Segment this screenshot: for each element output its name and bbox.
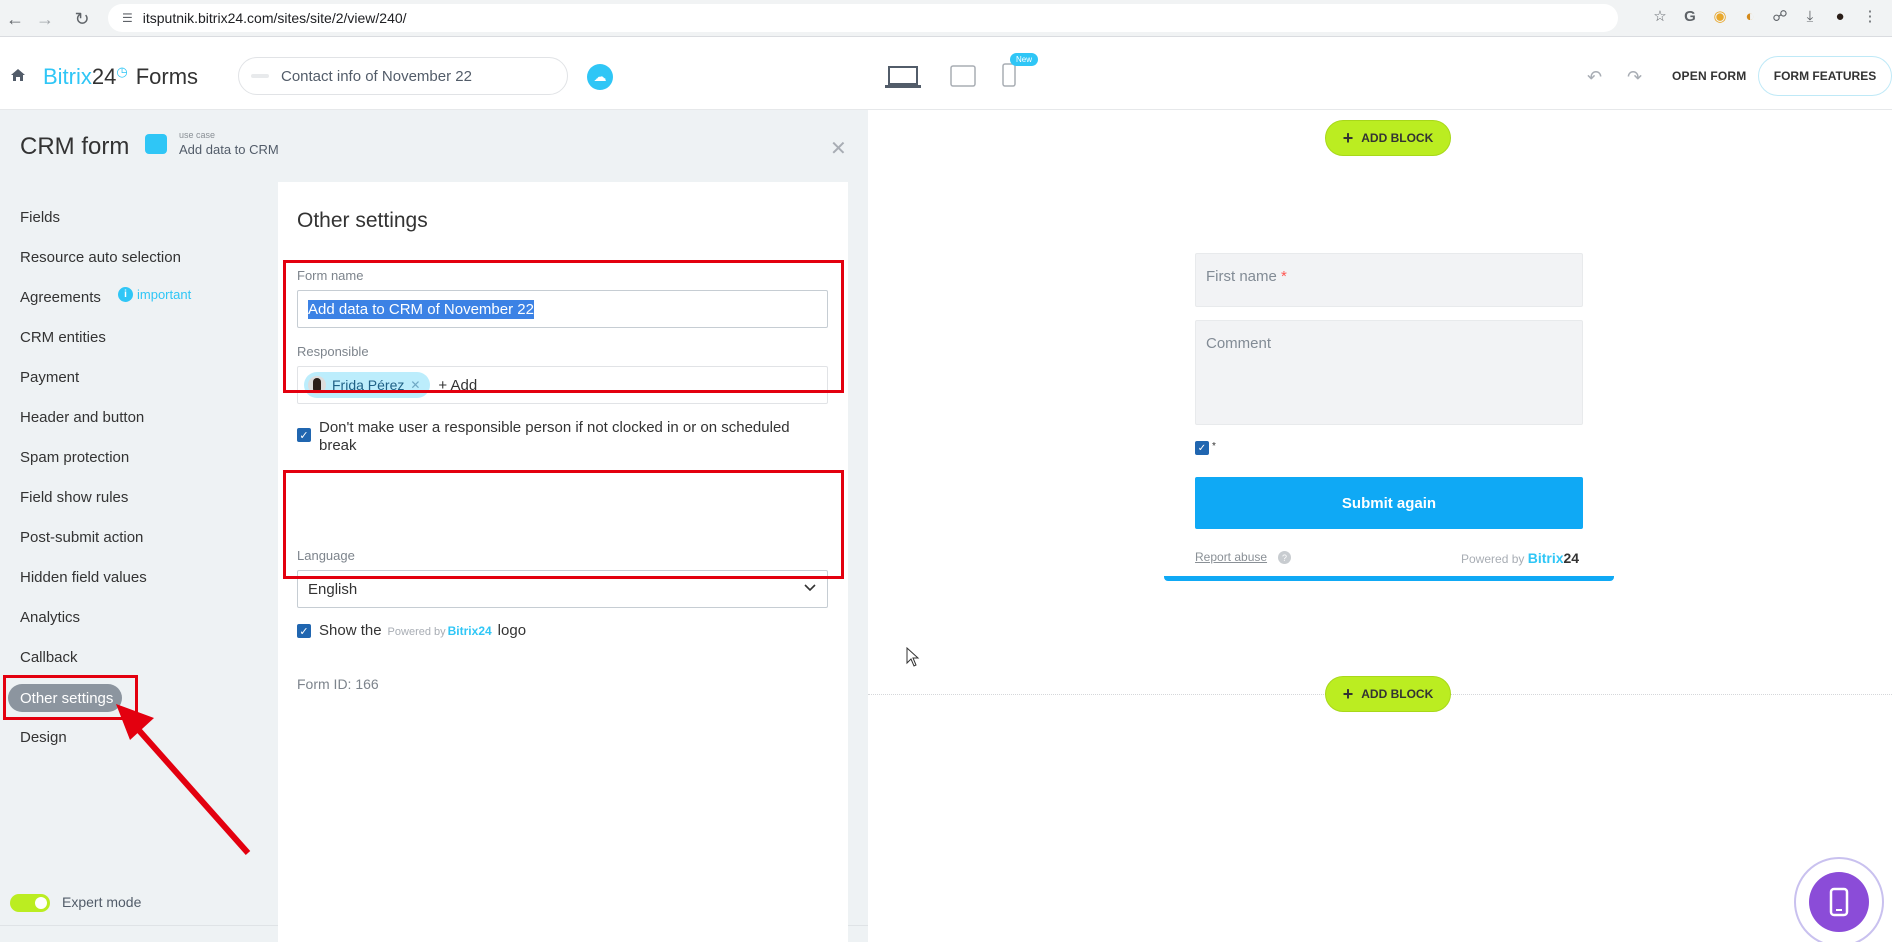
desktop-view-icon[interactable] — [885, 65, 921, 89]
brand-logo[interactable]: Bitrix24◷ Forms — [43, 64, 198, 90]
home-icon[interactable] — [10, 67, 26, 83]
add-block-label: ADD BLOCK — [1361, 131, 1434, 145]
show-logo-label: Show the Powered by Bitrix24 logo — [319, 622, 526, 639]
agreement-checkbox[interactable]: ✓ — [1195, 441, 1209, 455]
extension-chrome-icon[interactable]: ◉ — [1708, 4, 1732, 28]
show-the-text: Show the — [319, 622, 382, 639]
annotation-arrow — [116, 704, 251, 855]
powered-by-small: Powered by — [387, 626, 446, 638]
bitrix-brand: Bitrix24 — [1528, 550, 1579, 566]
menu-item-agreements[interactable]: Agreements — [20, 289, 101, 306]
browser-toolbar: ← → ↻ ☰ itsputnik.bitrix24.com/sites/sit… — [0, 0, 1892, 37]
undo-icon[interactable]: ↶ — [1587, 67, 1602, 88]
address-bar[interactable]: ☰ itsputnik.bitrix24.com/sites/site/2/vi… — [108, 4, 1618, 32]
reload-icon[interactable]: ↻ — [67, 4, 97, 34]
form-title-field[interactable]: Contact info of November 22 — [238, 57, 568, 95]
bitrix-number: 24 — [1563, 550, 1580, 566]
expert-mode-toggle[interactable] — [10, 894, 50, 912]
menu-item-hidden-field-values[interactable]: Hidden field values — [20, 569, 147, 586]
clocked-in-checkbox[interactable]: ✓ — [297, 428, 311, 442]
extension-color-icon[interactable]: ◐ — [1738, 4, 1762, 28]
comment-placeholder: Comment — [1206, 335, 1272, 352]
use-case-label: use case — [179, 130, 216, 140]
site-settings-icon[interactable]: ☰ — [122, 11, 133, 25]
plus-icon: + — [1342, 127, 1354, 148]
first-name-placeholder: First name — [1206, 268, 1277, 285]
forward-icon[interactable]: → — [30, 4, 60, 34]
mobile-view-icon[interactable] — [1002, 63, 1016, 87]
close-icon[interactable]: ✕ — [830, 136, 847, 161]
mouse-cursor-icon — [906, 647, 920, 667]
logo-word: logo — [497, 622, 527, 639]
phone-icon — [1829, 887, 1849, 917]
comment-field[interactable]: Comment — [1195, 320, 1583, 425]
menu-item-callback[interactable]: Callback — [20, 649, 78, 666]
add-block-label: ADD BLOCK — [1361, 687, 1434, 701]
annotation-highlight-language-logo — [283, 470, 844, 579]
menu-item-analytics[interactable]: Analytics — [20, 609, 80, 626]
profile-avatar[interactable]: ● — [1828, 4, 1852, 28]
info-icon: i — [118, 287, 133, 302]
redo-icon[interactable]: ↷ — [1627, 67, 1642, 88]
browser-menu-icon[interactable]: ⋮ — [1858, 4, 1882, 28]
use-case-value[interactable]: Add data to CRM — [179, 142, 279, 157]
expert-mode-label: Expert mode — [62, 894, 142, 910]
report-abuse-link[interactable]: Report abuse — [1195, 550, 1267, 564]
brand-forms: Forms — [135, 64, 199, 89]
extension-g-icon[interactable]: G — [1678, 4, 1702, 28]
chevron-down-icon — [804, 584, 816, 592]
menu-item-crm-entities[interactable]: CRM entities — [20, 329, 106, 346]
add-block-button-top[interactable]: + ADD BLOCK — [1325, 120, 1451, 156]
app-header: Bitrix24◷ Forms Contact info of November … — [0, 37, 1892, 110]
form-features-button[interactable]: FORM FEATURES — [1758, 56, 1892, 96]
url-text: itsputnik.bitrix24.com/sites/site/2/view… — [142, 10, 407, 26]
download-icon[interactable]: ⤓ — [1798, 4, 1822, 28]
help-icon[interactable]: ? — [1278, 551, 1291, 564]
plus-icon: + — [1342, 683, 1354, 704]
clocked-in-label: Don't make user a responsible person if … — [319, 419, 790, 454]
important-badge: i important — [118, 287, 191, 302]
menu-item-spam-protection[interactable]: Spam protection — [20, 449, 129, 466]
menu-item-post-submit-action[interactable]: Post-submit action — [20, 529, 143, 546]
form-bottom-border — [1164, 576, 1614, 581]
panel-title: CRM form — [20, 133, 130, 160]
card-title: Other settings — [297, 209, 428, 232]
menu-item-fields[interactable]: Fields — [20, 209, 60, 226]
menu-item-field-show-rules[interactable]: Field show rules — [20, 489, 128, 506]
bitrix24-logo-text: Bitrix24 — [447, 624, 492, 638]
cloud-save-icon[interactable]: ☁ — [587, 64, 613, 90]
extensions-puzzle-icon[interactable]: ☍ — [1768, 4, 1792, 28]
use-case-icon — [145, 134, 167, 154]
back-icon[interactable]: ← — [0, 4, 30, 34]
form-title-text: Contact info of November 22 — [281, 67, 472, 85]
agreement-required-star: * — [1212, 441, 1216, 452]
menu-item-header-and-button[interactable]: Header and button — [20, 409, 144, 426]
submit-button[interactable]: Submit again — [1195, 477, 1583, 529]
menu-item-design[interactable]: Design — [20, 729, 67, 746]
important-label: important — [137, 287, 192, 302]
menu-item-payment[interactable]: Payment — [20, 369, 79, 386]
show-logo-checkbox[interactable]: ✓ — [297, 624, 311, 638]
bookmark-star-icon[interactable]: ☆ — [1648, 4, 1672, 28]
brand-name: Bitrix — [43, 64, 92, 89]
powered-by-footer: Powered by Bitrix24 — [1461, 550, 1579, 566]
form-id: Form ID: 166 — [297, 676, 379, 692]
required-star: * — [1281, 268, 1287, 285]
form-preview: + ADD BLOCK First name * Comment ✓ * Sub… — [868, 110, 1892, 942]
title-edit-indicator — [251, 74, 269, 78]
language-value: English — [308, 580, 358, 598]
tablet-view-icon[interactable] — [950, 65, 976, 87]
clock-icon: ◷ — [116, 64, 128, 79]
first-name-field[interactable]: First name * — [1195, 253, 1583, 307]
menu-item-resource-auto-selection[interactable]: Resource auto selection — [20, 249, 181, 266]
open-form-button[interactable]: OPEN FORM — [1672, 69, 1746, 83]
bitrix-word: Bitrix — [1527, 550, 1564, 566]
add-block-button-bottom[interactable]: + ADD BLOCK — [1325, 676, 1451, 712]
new-badge: New — [1010, 53, 1039, 66]
annotation-highlight-name-responsible — [283, 260, 844, 393]
mobile-preview-button[interactable] — [1809, 872, 1869, 932]
brand-number: 24 — [91, 64, 117, 89]
powered-by-text: Powered by — [1461, 552, 1525, 566]
